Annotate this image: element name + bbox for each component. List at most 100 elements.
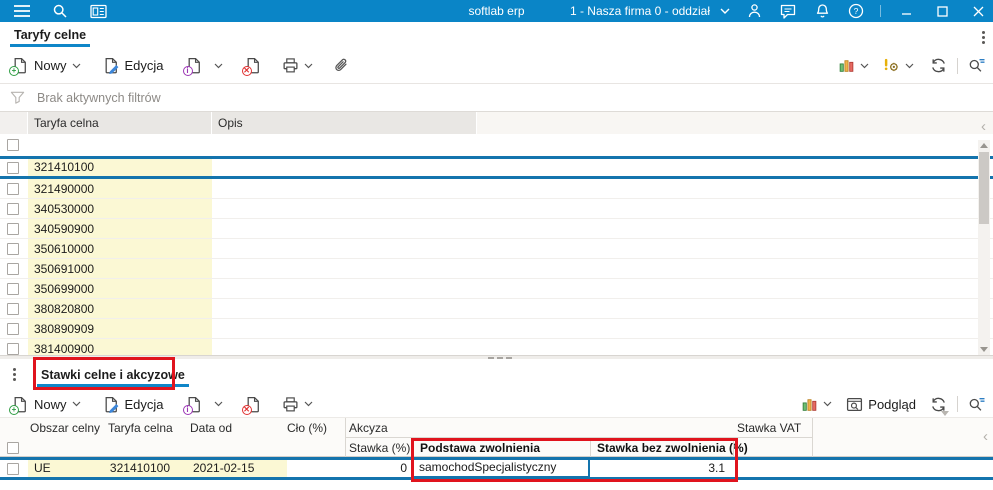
table-row[interactable]: 321410100 bbox=[0, 156, 993, 179]
cell-clo[interactable] bbox=[287, 460, 337, 477]
cell-stawka-bez-zwolnienia[interactable]: 3.1 bbox=[590, 460, 725, 477]
scroll-up-mini-icon[interactable] bbox=[941, 411, 949, 416]
tab-stawki-celne[interactable]: Stawki celne i akcyzowe bbox=[37, 359, 189, 390]
document-delete-icon: ✕ bbox=[241, 396, 262, 415]
select-all-header-cell[interactable] bbox=[0, 112, 28, 134]
minimize-button[interactable] bbox=[895, 1, 917, 21]
scrollbar-thumb[interactable] bbox=[979, 152, 989, 224]
row-checkbox[interactable] bbox=[7, 182, 19, 195]
print-button[interactable] bbox=[282, 396, 313, 413]
delete-document-button[interactable]: ✕ bbox=[241, 396, 262, 415]
edit-button[interactable]: Edycja bbox=[103, 396, 164, 413]
column-header-podstawa-zwolnienia[interactable]: Podstawa zwolnienia bbox=[420, 438, 540, 458]
chart-view-button[interactable] bbox=[838, 57, 869, 74]
column-header-data-od[interactable]: Data od bbox=[190, 418, 232, 438]
table-row[interactable]: 340530000 bbox=[0, 199, 993, 219]
edit-button[interactable]: Edycja bbox=[103, 57, 164, 74]
tariff-code-cell[interactable]: 380890909 bbox=[28, 319, 212, 338]
column-header-clo[interactable]: Cło (%) bbox=[287, 418, 327, 438]
info-document-button[interactable]: i bbox=[182, 57, 223, 76]
table-row[interactable]: 381400900 bbox=[0, 339, 993, 355]
table-row[interactable]: 380820800 bbox=[0, 299, 993, 319]
cell-data-od[interactable]: 2021-02-15 bbox=[193, 460, 283, 477]
tariff-code-cell[interactable]: 340590900 bbox=[28, 219, 212, 238]
cell-stawka-vat[interactable] bbox=[737, 460, 807, 477]
cell-obszar-celny[interactable]: UE bbox=[34, 460, 99, 477]
column-header-opis[interactable]: Opis bbox=[212, 112, 477, 134]
tariff-code-cell[interactable]: 321490000 bbox=[28, 179, 212, 198]
tariff-code-cell[interactable]: 350691000 bbox=[28, 259, 212, 278]
search-filter-button[interactable] bbox=[968, 396, 985, 413]
column-header-obszar-celny[interactable]: Obszar celny bbox=[30, 418, 100, 438]
column-header-stawka-bez-zwolnienia[interactable]: Stawka bez zwolnienia (%) bbox=[597, 438, 748, 458]
user-icon[interactable] bbox=[744, 1, 764, 21]
new-button[interactable]: + Nowy bbox=[9, 396, 81, 415]
cell-stawka[interactable]: 0 bbox=[345, 460, 407, 477]
row-checkbox[interactable] bbox=[7, 161, 19, 174]
table-row[interactable]: 350691000 bbox=[0, 259, 993, 279]
softlab-erp-window: softlab erp 1 - Nasza firma 0 - oddział … bbox=[0, 0, 993, 490]
refresh-button[interactable] bbox=[930, 57, 947, 74]
row-checkbox[interactable] bbox=[7, 282, 19, 295]
scroll-up-icon[interactable] bbox=[980, 143, 988, 148]
news-panel-icon[interactable] bbox=[88, 1, 108, 21]
notifications-bell-icon[interactable] bbox=[812, 1, 832, 21]
search-filter-button[interactable] bbox=[968, 57, 985, 74]
tab-taryfy-celne[interactable]: Taryfy celne bbox=[10, 22, 91, 48]
tariff-code-cell[interactable]: 321410100 bbox=[28, 159, 212, 176]
table-row[interactable]: 340590900 bbox=[0, 219, 993, 239]
funnel-icon[interactable] bbox=[10, 90, 25, 105]
scroll-down-icon[interactable] bbox=[980, 347, 988, 352]
row-checkbox[interactable] bbox=[7, 462, 19, 475]
row-checkbox[interactable] bbox=[7, 262, 19, 275]
row-checkbox[interactable] bbox=[7, 322, 19, 335]
tariff-code-cell[interactable]: 350610000 bbox=[28, 239, 212, 258]
alerts-settings-button[interactable] bbox=[883, 57, 914, 74]
table-row[interactable]: 380890909 bbox=[0, 319, 993, 339]
tab-overflow-menu-icon[interactable] bbox=[979, 28, 988, 47]
grid-filter-row[interactable] bbox=[0, 134, 993, 156]
row-checkbox[interactable] bbox=[7, 302, 19, 315]
messages-icon[interactable] bbox=[778, 1, 798, 21]
maximize-button[interactable] bbox=[931, 1, 953, 21]
delete-document-button[interactable]: ✕ bbox=[241, 57, 262, 76]
attachment-button[interactable] bbox=[333, 57, 350, 74]
column-header-stawka-vat[interactable]: Stawka VAT bbox=[737, 418, 801, 438]
row-checkbox[interactable] bbox=[7, 139, 19, 151]
refresh-button[interactable] bbox=[930, 396, 947, 413]
vertical-scrollbar[interactable] bbox=[978, 140, 990, 355]
detail-panel-menu-icon[interactable] bbox=[10, 365, 19, 384]
preview-button[interactable]: Podgląd bbox=[846, 396, 916, 413]
cell-taryfa-celna[interactable]: 321410100 bbox=[103, 460, 170, 477]
hamburger-menu-icon[interactable] bbox=[12, 1, 32, 21]
tariff-code-cell[interactable]: 350699000 bbox=[28, 279, 212, 298]
row-checkbox[interactable] bbox=[7, 222, 19, 235]
rates-table-row[interactable]: UE 321410100 2021-02-15 0 samochodSpecja… bbox=[0, 457, 993, 480]
column-header-taryfa-celna[interactable]: Taryfa celna bbox=[108, 418, 173, 438]
print-button[interactable] bbox=[282, 57, 313, 74]
table-row[interactable]: 350699000 bbox=[0, 279, 993, 299]
chart-view-button[interactable] bbox=[801, 396, 832, 413]
info-document-button[interactable]: i bbox=[182, 396, 223, 415]
column-header-stawka[interactable]: Stawka (%) bbox=[349, 438, 410, 458]
collapse-panel-icon[interactable]: ‹ bbox=[983, 429, 988, 444]
table-row[interactable]: 350610000 bbox=[0, 239, 993, 259]
column-header-taryfa-celna[interactable]: Taryfa celna bbox=[28, 112, 212, 134]
company-selector[interactable]: 1 - Nasza firma 0 - oddział bbox=[570, 4, 730, 18]
row-checkbox[interactable] bbox=[7, 342, 19, 355]
new-button[interactable]: + Nowy bbox=[9, 57, 81, 76]
cell-podstawa-zwolnienia[interactable]: samochodSpecjalistyczny bbox=[412, 458, 590, 478]
select-all-checkbox[interactable] bbox=[7, 442, 19, 454]
close-button[interactable] bbox=[967, 1, 989, 21]
chevron-down-icon bbox=[860, 63, 869, 68]
tariff-code-cell[interactable]: 340530000 bbox=[28, 199, 212, 218]
search-icon[interactable] bbox=[50, 1, 70, 21]
tariff-code-cell[interactable]: 381400900 bbox=[28, 339, 212, 355]
table-row[interactable]: 321490000 bbox=[0, 179, 993, 199]
row-checkbox[interactable] bbox=[7, 202, 19, 215]
help-icon[interactable]: ? bbox=[846, 1, 866, 21]
collapse-panel-icon[interactable]: ‹ bbox=[981, 119, 986, 134]
tariff-code-cell[interactable]: 380820800 bbox=[28, 299, 212, 318]
row-checkbox[interactable] bbox=[7, 242, 19, 255]
column-group-header-akcyza[interactable]: Akcyza bbox=[349, 418, 388, 438]
